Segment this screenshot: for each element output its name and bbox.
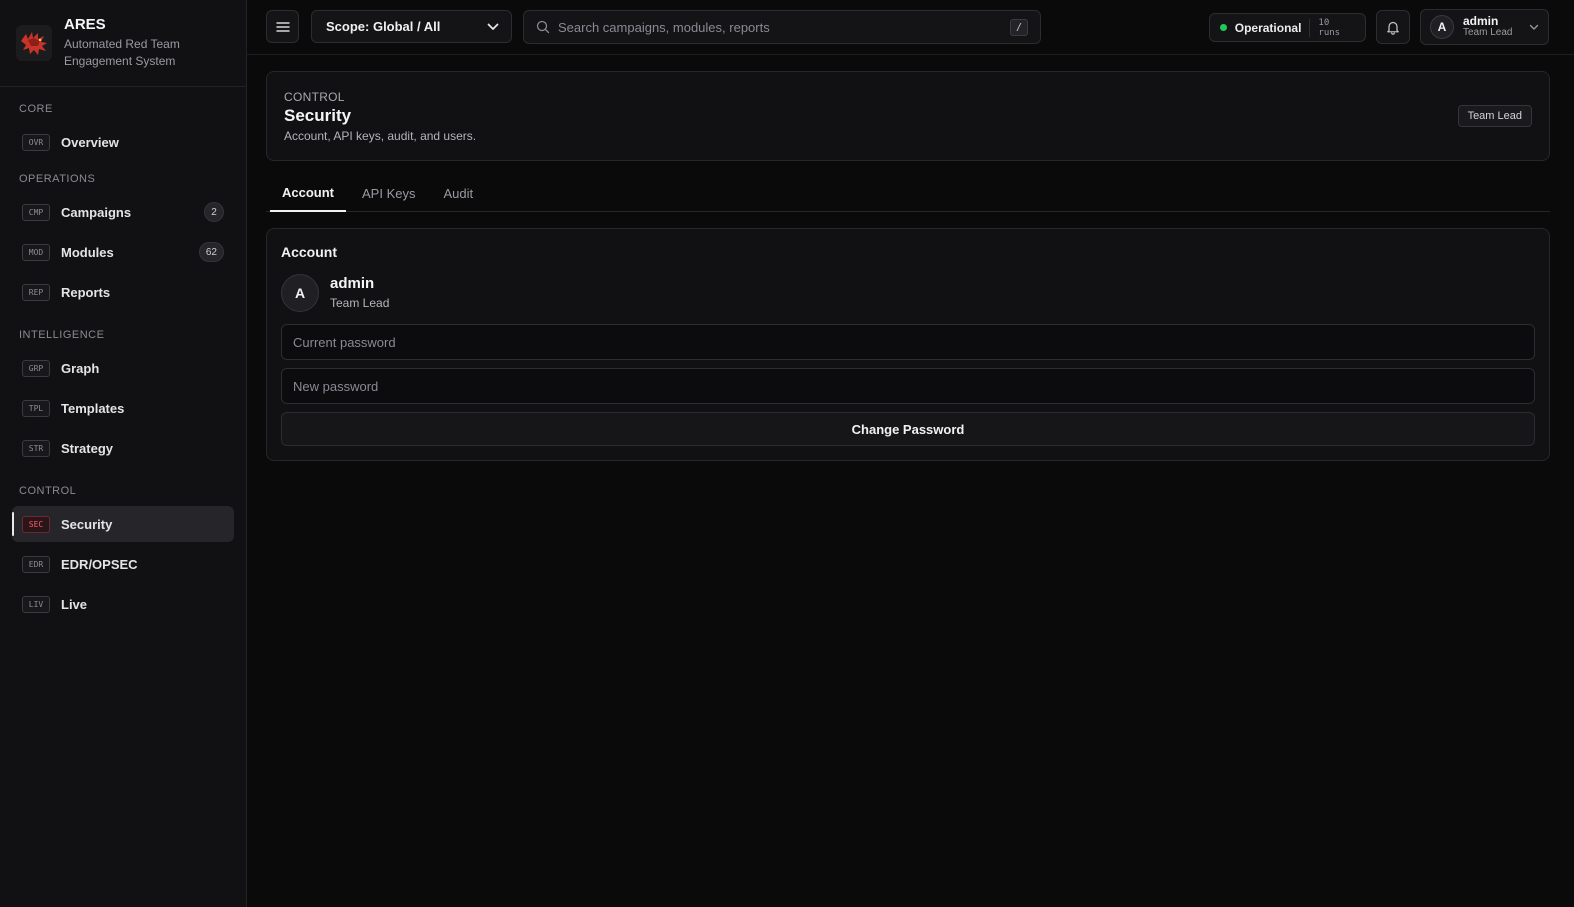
sidebar-item-graph[interactable]: GRP Graph xyxy=(12,350,234,386)
modules-code-icon: MOD xyxy=(22,243,50,261)
brand: ARES Automated Red Team Engagement Syste… xyxy=(0,0,246,87)
account-card: Account A admin Team Lead Change Passwor… xyxy=(266,228,1550,461)
sidebar-item-label: Modules xyxy=(61,244,114,260)
user-name: admin xyxy=(1463,14,1499,28)
page-description: Account, API keys, audit, and users. xyxy=(284,129,477,143)
new-password-field[interactable] xyxy=(281,368,1535,404)
account-name: admin xyxy=(330,275,375,292)
status-divider xyxy=(1309,18,1311,37)
campaigns-count-badge: 2 xyxy=(204,202,224,222)
search-bar[interactable]: / xyxy=(523,10,1041,44)
nav-section-intelligence: INTELLIGENCE GRP Graph TPL Templates STR… xyxy=(0,328,246,466)
dragon-logo-icon xyxy=(16,25,52,61)
avatar: A xyxy=(1430,15,1454,39)
page-title: Security xyxy=(284,106,352,125)
search-shortcut-key: / xyxy=(1010,18,1028,36)
tab-api-keys[interactable]: API Keys xyxy=(350,174,427,212)
nav-heading: INTELLIGENCE xyxy=(19,329,105,341)
reports-code-icon: REP xyxy=(22,283,50,301)
topbar: Scope: Global / All / Operational 10 run… xyxy=(247,0,1574,55)
sidebar-item-label: EDR/OPSEC xyxy=(61,556,138,572)
bell-icon xyxy=(1387,21,1399,35)
sidebar-item-label: Live xyxy=(61,596,88,612)
nav-heading: CORE xyxy=(19,103,53,115)
nav-heading: OPERATIONS xyxy=(19,173,96,185)
notifications-button[interactable] xyxy=(1376,10,1410,44)
sidebar-nav: CORE OVR Overview OPERATIONS CMP Campaig… xyxy=(0,102,246,622)
sidebar-item-modules[interactable]: MOD Modules 62 xyxy=(12,234,234,270)
sidebar-item-label: Graph xyxy=(61,360,100,376)
sidebar-item-edr-opsec[interactable]: EDR EDR/OPSEC xyxy=(12,546,234,582)
avatar: A xyxy=(281,274,319,312)
current-password-field[interactable] xyxy=(281,324,1535,360)
campaigns-code-icon: CMP xyxy=(22,203,50,221)
sidebar-item-label: Overview xyxy=(61,134,119,150)
user-role: Team Lead xyxy=(1463,27,1513,38)
tab-account[interactable]: Account xyxy=(270,174,346,212)
user-info: admin Team Lead xyxy=(1463,15,1512,39)
search-input[interactable] xyxy=(558,19,1010,35)
edr-code-icon: EDR xyxy=(22,555,50,573)
templates-code-icon: TPL xyxy=(22,399,50,417)
sidebar-item-label: Security xyxy=(61,516,113,532)
sidebar-item-label: Reports xyxy=(61,284,111,300)
brand-name: ARES xyxy=(64,16,106,33)
sidebar-item-label: Campaigns xyxy=(61,204,132,220)
graph-code-icon: GRP xyxy=(22,359,50,377)
sidebar-item-overview[interactable]: OVR Overview xyxy=(12,124,234,160)
brand-subtitle: Automated Red Team Engagement System xyxy=(64,37,180,68)
account-profile: A admin Team Lead xyxy=(281,274,1535,312)
account-role: Team Lead xyxy=(330,296,390,310)
sidebar-item-campaigns[interactable]: CMP Campaigns 2 xyxy=(12,194,234,230)
change-password-button[interactable]: Change Password xyxy=(281,412,1535,446)
status-text: Operational xyxy=(1234,20,1302,35)
nav-section-core: CORE OVR Overview xyxy=(0,102,246,160)
chevron-down-icon xyxy=(487,23,499,30)
sidebar-item-label: Strategy xyxy=(61,440,114,456)
system-status[interactable]: Operational 10 runs xyxy=(1209,13,1366,42)
live-code-icon: LIV xyxy=(22,595,50,613)
security-code-icon: SEC xyxy=(22,515,50,533)
modules-count-badge: 62 xyxy=(198,242,224,262)
tab-bar: Account API Keys Audit xyxy=(266,174,1550,212)
search-icon xyxy=(536,20,550,34)
status-dot-icon xyxy=(1220,24,1227,31)
scope-selector[interactable]: Scope: Global / All xyxy=(311,10,512,43)
card-title: Account xyxy=(281,244,337,260)
sidebar-item-label: Templates xyxy=(61,400,125,416)
menu-toggle-button[interactable] xyxy=(266,10,299,43)
sidebar: ARES Automated Red Team Engagement Syste… xyxy=(0,0,247,907)
overview-code-icon: OVR xyxy=(22,133,50,151)
role-badge: Team Lead xyxy=(1457,105,1532,127)
chevron-down-icon xyxy=(1529,24,1539,30)
hamburger-icon xyxy=(275,21,290,32)
breadcrumb: CONTROL xyxy=(284,90,345,104)
sidebar-item-reports[interactable]: REP Reports xyxy=(12,274,234,310)
sidebar-item-templates[interactable]: TPL Templates xyxy=(12,390,234,426)
nav-section-operations: OPERATIONS CMP Campaigns 2 MOD Modules 6… xyxy=(0,172,246,310)
sidebar-item-live[interactable]: LIV Live xyxy=(12,586,234,622)
strategy-code-icon: STR xyxy=(22,439,50,457)
status-runs: 10 runs xyxy=(1318,17,1341,38)
sidebar-item-security[interactable]: SEC Security xyxy=(12,506,234,542)
tab-audit[interactable]: Audit xyxy=(431,174,485,212)
user-menu[interactable]: A admin Team Lead xyxy=(1420,9,1549,45)
scope-label: Scope: Global / All xyxy=(326,19,441,34)
sidebar-item-strategy[interactable]: STR Strategy xyxy=(12,430,234,466)
page-header: CONTROL Security Account, API keys, audi… xyxy=(266,71,1550,161)
nav-heading: CONTROL xyxy=(19,485,77,497)
nav-section-control: CONTROL SEC Security EDR EDR/OPSEC LIV L… xyxy=(0,484,246,622)
